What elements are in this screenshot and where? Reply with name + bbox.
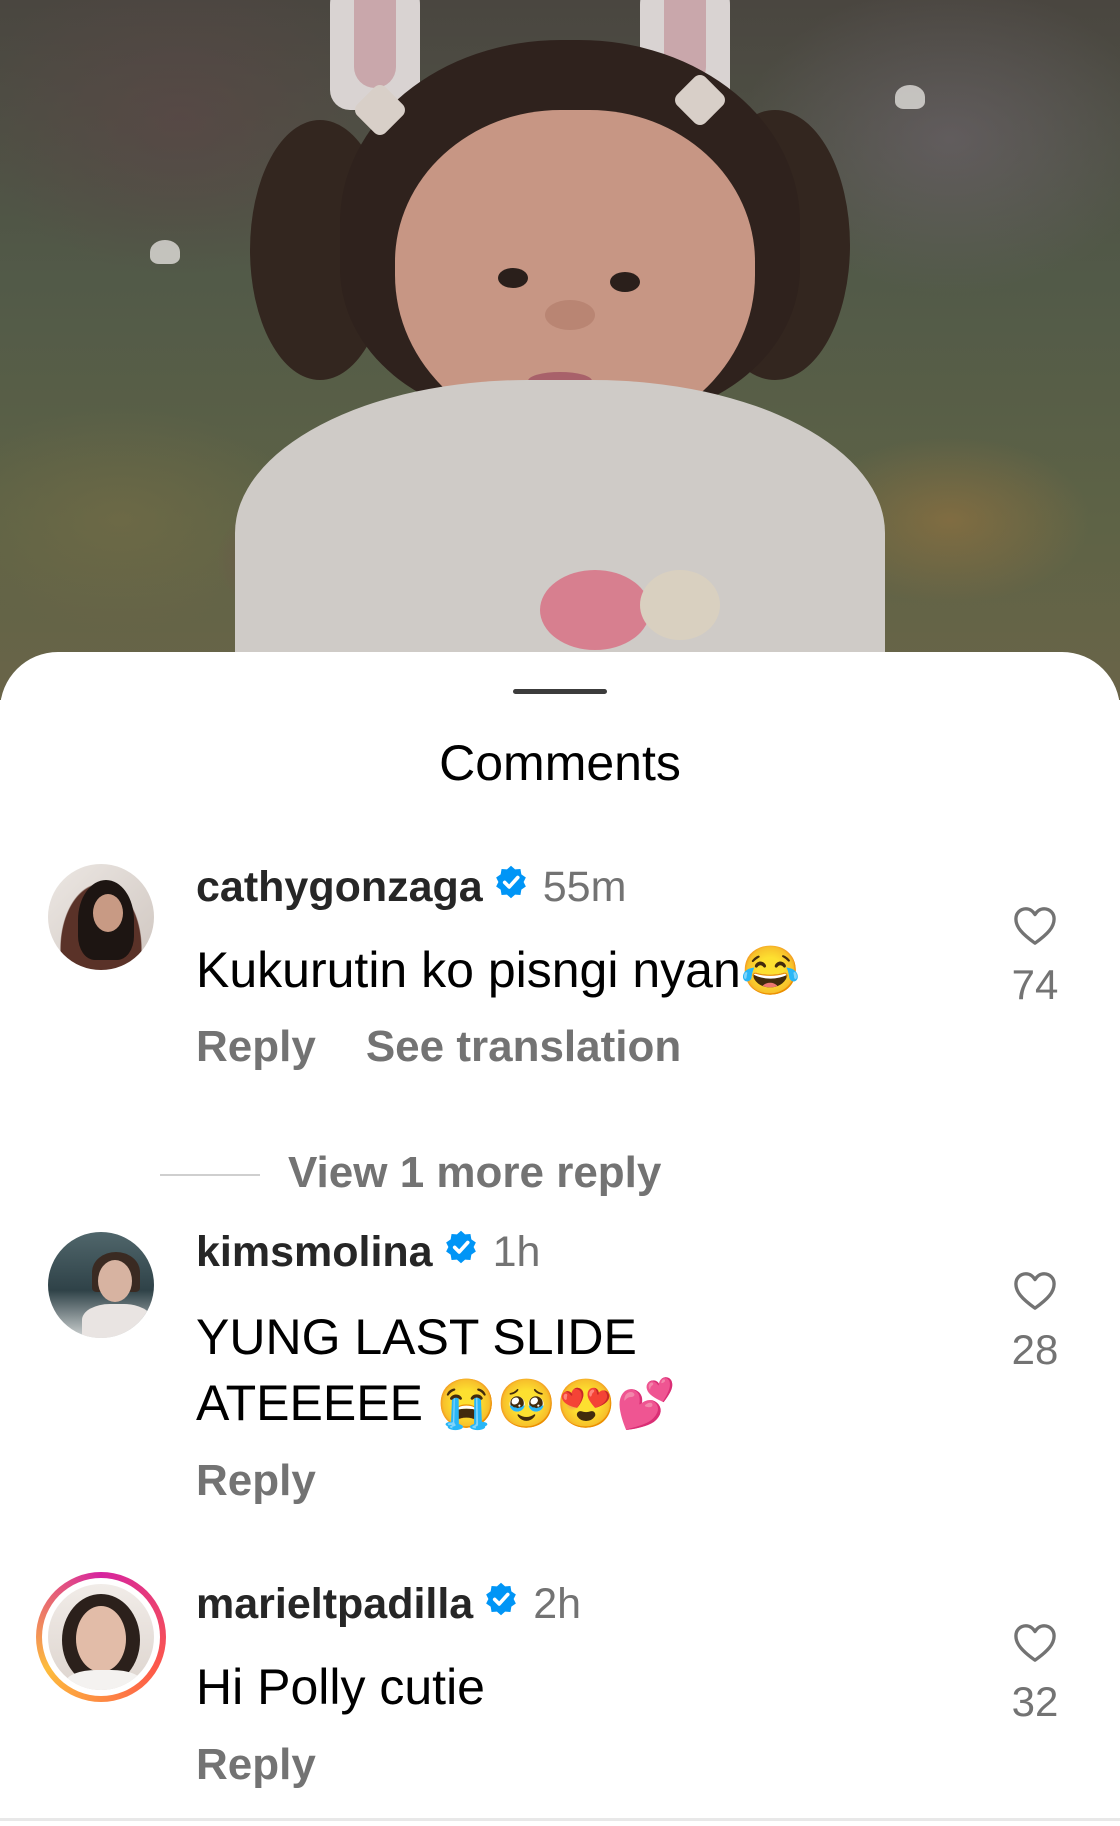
like-count: 74 bbox=[1011, 961, 1059, 1008]
thread-line bbox=[160, 1174, 260, 1177]
timestamp: 2h bbox=[533, 1580, 582, 1628]
like-control[interactable]: 32 bbox=[990, 1622, 1080, 1726]
like-control[interactable]: 28 bbox=[990, 1270, 1080, 1374]
comment-text: Kukurutin ko pisngi nyan😂 bbox=[196, 942, 801, 998]
reply-button[interactable]: Reply bbox=[196, 1740, 316, 1789]
comment-text-line: YUNG LAST SLIDE bbox=[196, 1309, 637, 1365]
post-background-photo bbox=[0, 0, 1120, 700]
sheet-title: Comments bbox=[439, 735, 681, 791]
comment-meta: kimsmolina 1h bbox=[196, 1228, 540, 1279]
verified-badge-icon bbox=[443, 1227, 479, 1276]
verified-badge-icon bbox=[483, 1579, 519, 1628]
username[interactable]: marieltpadilla bbox=[196, 1580, 473, 1628]
comment-text: Hi Polly cutie bbox=[196, 1659, 485, 1715]
comment-actions: Reply bbox=[196, 1740, 316, 1790]
like-control[interactable]: 74 bbox=[990, 905, 1080, 1009]
white-rose bbox=[640, 570, 720, 640]
reply-button[interactable]: Reply bbox=[196, 1022, 316, 1071]
pink-rose bbox=[540, 570, 650, 650]
comments-sheet: Comments bbox=[0, 652, 1120, 1826]
drag-handle[interactable] bbox=[513, 689, 607, 694]
comment-actions: Reply bbox=[196, 1456, 316, 1506]
avatar[interactable] bbox=[48, 864, 154, 970]
view-more-label[interactable]: View 1 more reply bbox=[288, 1148, 661, 1197]
timestamp: 1h bbox=[492, 1228, 541, 1276]
avatar-with-story-ring[interactable] bbox=[36, 1572, 166, 1702]
butterfly-shape bbox=[150, 240, 180, 264]
heart-outline-icon[interactable] bbox=[990, 905, 1080, 947]
username[interactable]: kimsmolina bbox=[196, 1228, 433, 1276]
see-translation-button[interactable]: See translation bbox=[366, 1022, 681, 1071]
child-nose bbox=[545, 300, 595, 330]
username[interactable]: cathygonzaga bbox=[196, 863, 483, 911]
comment-text: YUNG LAST SLIDE ATEEEEE 😭🥹😍💕 bbox=[196, 1304, 816, 1438]
heart-outline-icon[interactable] bbox=[990, 1270, 1080, 1312]
heart-outline-icon[interactable] bbox=[990, 1622, 1080, 1664]
comment-actions: Reply See translation bbox=[196, 1022, 681, 1072]
comment-text-line: ATEEEEE 😭🥹😍💕 bbox=[196, 1375, 676, 1431]
bottom-divider bbox=[0, 1818, 1120, 1821]
comment-meta: cathygonzaga 55m bbox=[196, 863, 626, 914]
comment-meta: marieltpadilla 2h bbox=[196, 1580, 581, 1631]
butterfly-shape bbox=[895, 85, 925, 109]
view-more-replies-button[interactable]: View 1 more reply bbox=[160, 1148, 661, 1198]
avatar[interactable] bbox=[48, 1232, 154, 1338]
child-eye-left bbox=[498, 268, 528, 288]
reply-button[interactable]: Reply bbox=[196, 1456, 316, 1505]
child-eye-right bbox=[610, 272, 640, 292]
timestamp: 55m bbox=[542, 863, 627, 911]
like-count: 28 bbox=[1011, 1326, 1059, 1373]
verified-badge-icon bbox=[493, 862, 529, 911]
like-count: 32 bbox=[1011, 1678, 1059, 1725]
